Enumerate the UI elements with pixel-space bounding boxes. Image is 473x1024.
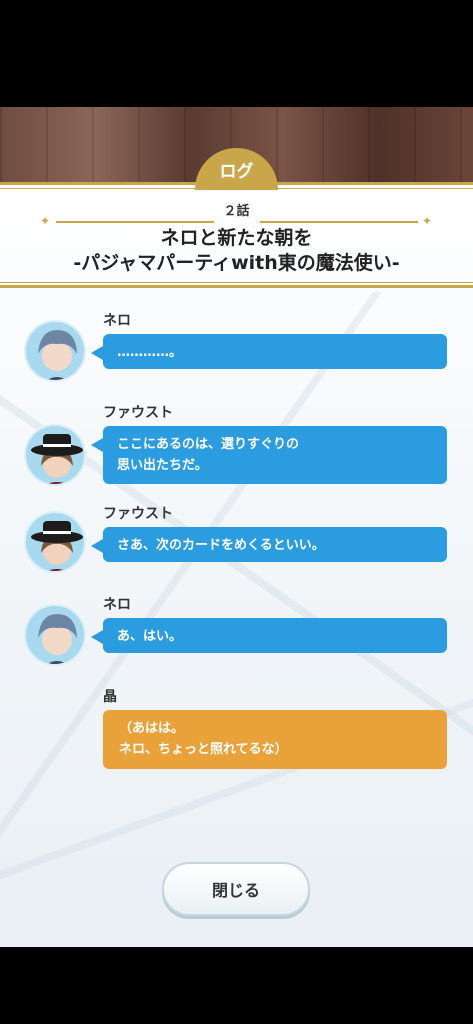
dialogue-text: さあ、次のカードをめくるといい。 — [117, 538, 325, 553]
gold-border-bottom — [0, 285, 473, 288]
nero-avatar — [24, 604, 86, 666]
speaker-name: ファウスト — [103, 506, 173, 522]
speaker-name: ネロ — [103, 313, 131, 329]
divider-right — [260, 221, 418, 223]
log-header: ✦ ✦ ２話 ネロと新たな朝を -パジャマパーティwith東の魔法使い- — [0, 182, 473, 292]
episode-number: ２話 — [223, 204, 250, 219]
dialogue-bubble: ここにあるのは、選りすぐりの 思い出たちだ。 — [91, 426, 447, 484]
speaker-name: ファウスト — [103, 405, 173, 421]
dialogue-bubble: …………。 — [91, 334, 447, 369]
dialogue-text: ここにあるのは、選りすぐりの 思い出たちだ。 — [117, 437, 300, 473]
title-line-2: -パジャマパーティwith東の魔法使い- — [73, 252, 400, 274]
faust-avatar — [24, 424, 86, 486]
dialogue-bubble: さあ、次のカードをめくるといい。 — [91, 527, 447, 562]
gold-border-bottom-thin — [0, 282, 473, 283]
nero-avatar — [24, 320, 86, 382]
episode-title: ネロと新たな朝を -パジャマパーティwith東の魔法使い- — [0, 226, 473, 276]
dialogue-text: あ、はい。 — [117, 629, 183, 644]
divider-left — [56, 221, 214, 223]
close-button[interactable]: 閉じる — [162, 862, 310, 916]
dialogue-bubble: あ、はい。 — [91, 618, 447, 653]
faust-avatar — [24, 511, 86, 573]
title-line-1: ネロと新たな朝を — [160, 227, 313, 249]
dialogue-text: …………。 — [117, 345, 183, 360]
player-dialogue-bubble: （あはは。 ネロ、ちょっと照れてるな） — [103, 710, 447, 769]
dialogue-text: （あはは。 ネロ、ちょっと照れてるな） — [119, 721, 288, 757]
speaker-name: ネロ — [103, 597, 131, 613]
speaker-name: 晶 — [103, 689, 117, 705]
